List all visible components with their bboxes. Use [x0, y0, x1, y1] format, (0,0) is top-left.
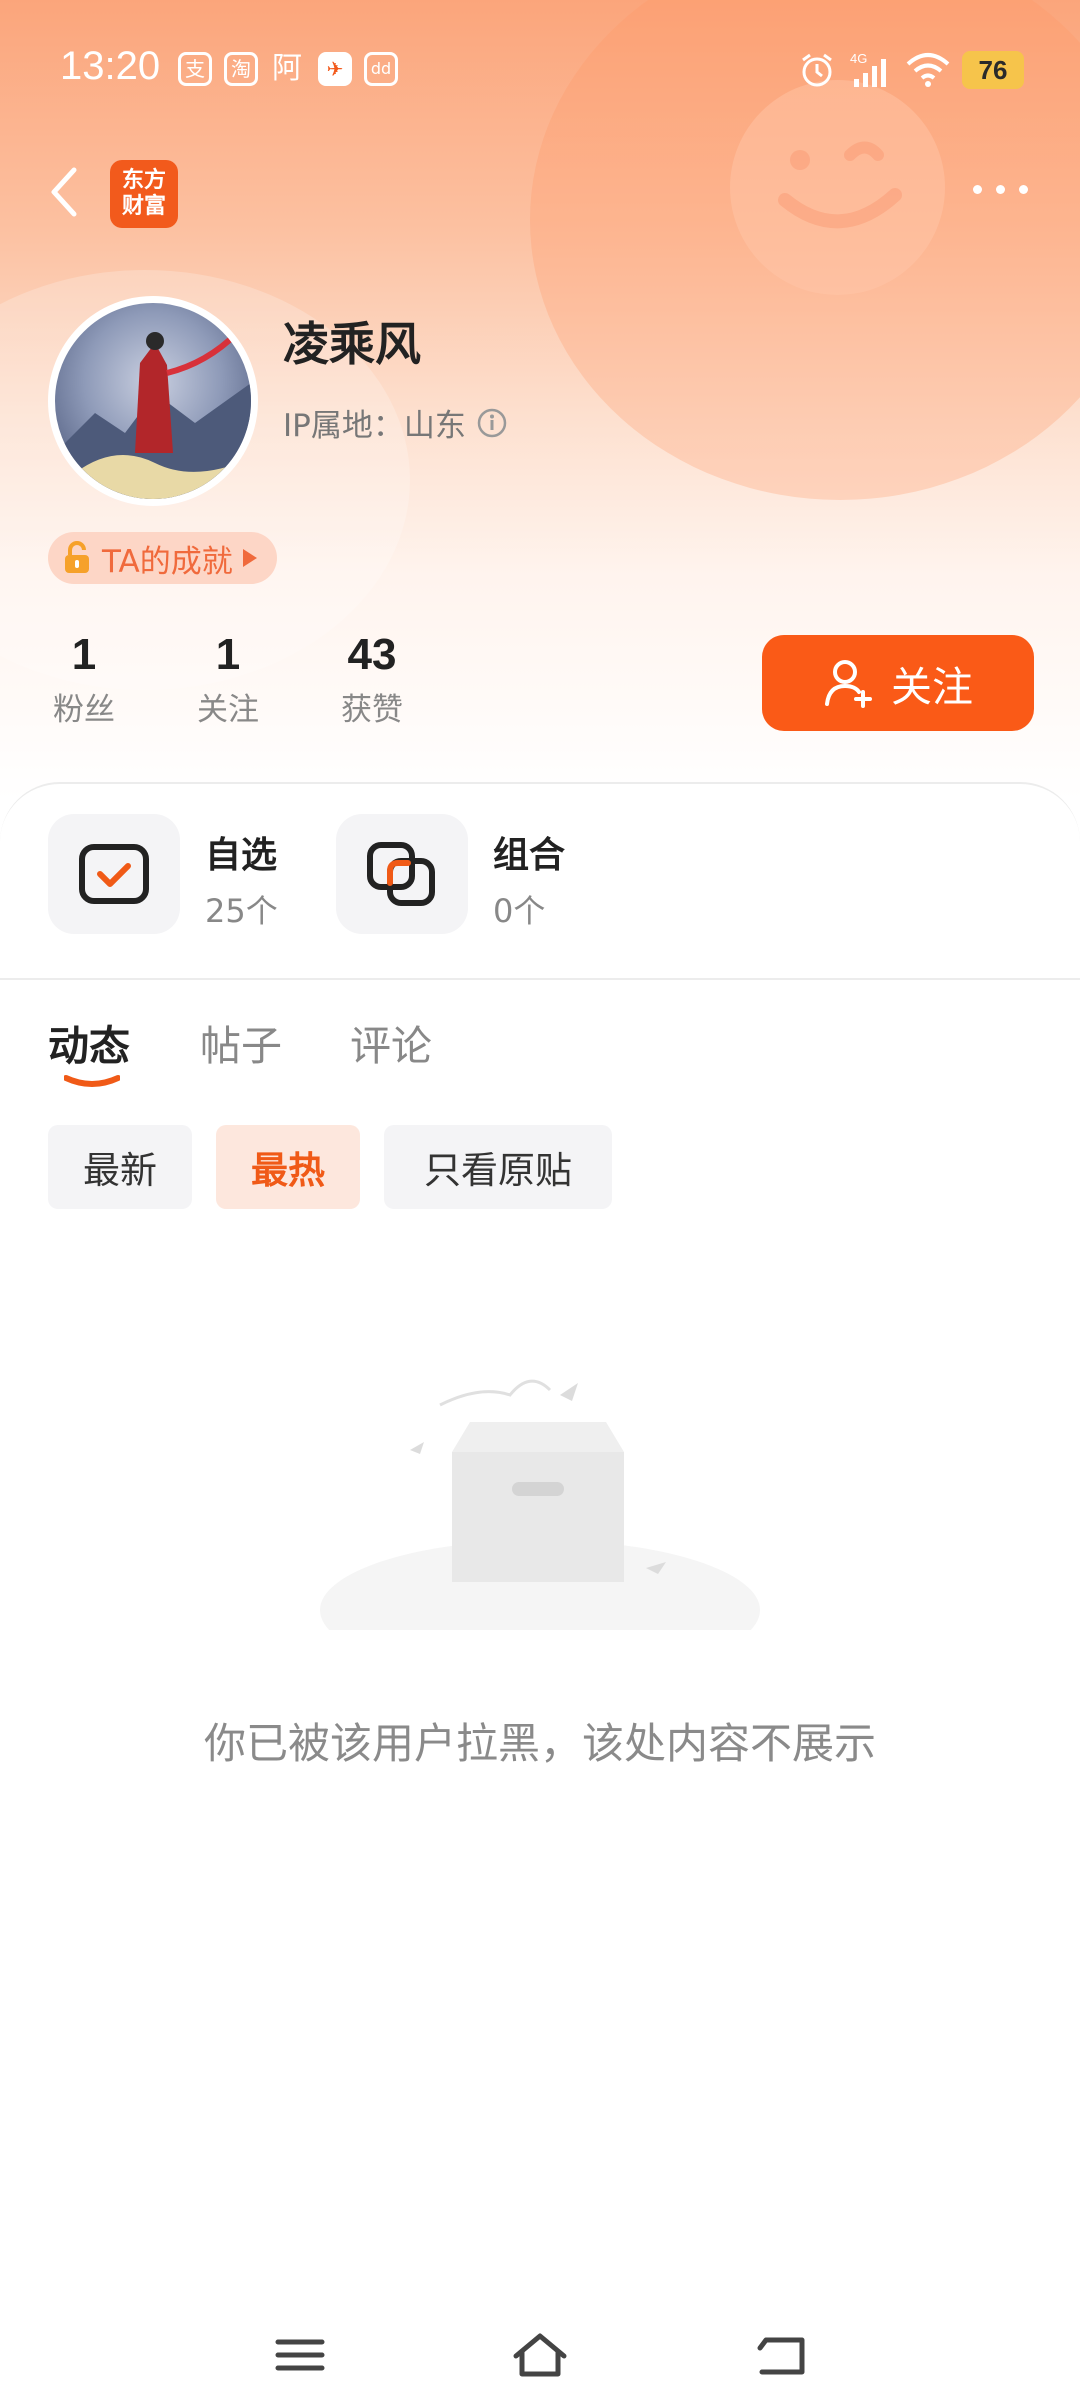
watchlist-item[interactable]: 自选 25个	[48, 814, 308, 934]
app-logo[interactable]: 东方 财富	[110, 160, 178, 228]
svg-text:4G: 4G	[850, 51, 867, 66]
stat-value: 1	[71, 630, 97, 679]
ip-location-text: IP属地：山东	[283, 408, 466, 444]
portfolio-count: 0个	[493, 892, 546, 930]
portfolio-icon	[336, 814, 468, 934]
filter-hottest[interactable]: 最热	[216, 1125, 360, 1209]
stat-label: 粉丝	[53, 692, 115, 728]
back-arrow-icon[interactable]	[44, 162, 84, 222]
follow-button[interactable]: 关注	[762, 635, 1034, 731]
telecom-notification-icon: 阿	[272, 51, 302, 86]
achievement-button[interactable]: TA的成就	[48, 532, 277, 584]
avatar[interactable]	[48, 296, 258, 506]
lock-icon	[65, 541, 89, 573]
stat-fans[interactable]: 1 粉丝	[14, 630, 154, 729]
chevron-right-icon	[242, 549, 257, 567]
stat-value: 1	[215, 630, 241, 679]
app-logo-line1: 东方	[121, 168, 166, 193]
alarm-icon	[802, 53, 832, 87]
follow-label: 关注	[891, 663, 973, 711]
tab-comments[interactable]: 评论	[350, 1012, 432, 1072]
filter-latest[interactable]: 最新	[48, 1125, 192, 1209]
stat-likes[interactable]: 43 获赞	[302, 630, 442, 729]
add-user-icon	[825, 660, 872, 708]
more-options-icon[interactable]	[973, 185, 1028, 194]
empty-message: 你已被该用户拉黑，该处内容不展示	[203, 1719, 876, 1768]
signal-icon: 4G	[850, 51, 886, 87]
status-bar: 13:20 支 淘 阿 ✈ dd 4G 76	[0, 0, 1080, 140]
username: 凌乘风	[283, 317, 421, 371]
taobao-notification-icon: 淘	[224, 52, 258, 86]
stat-label: 获赞	[341, 692, 403, 728]
alipay-notification-icon: 支	[178, 52, 212, 86]
status-indicators: 4G 76	[798, 48, 1024, 92]
divider	[0, 978, 1080, 980]
menu-icon[interactable]	[270, 2330, 330, 2380]
tab-activity[interactable]: 动态	[48, 1012, 130, 1072]
app-logo-line2: 财富	[121, 194, 166, 219]
home-icon[interactable]	[510, 2330, 570, 2380]
status-time: 13:20	[60, 44, 161, 88]
wifi-icon	[906, 53, 950, 87]
stat-value: 43	[347, 630, 397, 679]
filter-original-only[interactable]: 只看原贴	[384, 1125, 612, 1209]
battery-indicator: 76	[962, 51, 1024, 89]
tab-posts[interactable]: 帖子	[200, 1012, 282, 1072]
checkbox-icon	[48, 814, 180, 934]
empty-box-illustration	[320, 1379, 760, 1630]
info-icon[interactable]	[476, 407, 508, 439]
watchlist-count: 25个	[205, 892, 278, 930]
stat-label: 关注	[197, 692, 259, 728]
search-notification-icon: dd	[364, 52, 398, 86]
ip-location: IP属地：山东	[283, 400, 508, 445]
portfolio-item[interactable]: 组合 0个	[336, 814, 596, 934]
tab-active-indicator	[64, 1075, 120, 1087]
back-icon[interactable]	[752, 2330, 812, 2380]
system-nav-bar	[0, 2300, 1080, 2400]
assets-card: 自选 25个 组合 0个	[0, 782, 1080, 982]
watchlist-title: 自选	[205, 835, 278, 876]
app-notification-icon: ✈	[318, 52, 352, 86]
stat-following[interactable]: 1 关注	[158, 630, 298, 729]
portfolio-title: 组合	[493, 835, 566, 876]
achievement-label: TA的成就	[102, 543, 233, 580]
